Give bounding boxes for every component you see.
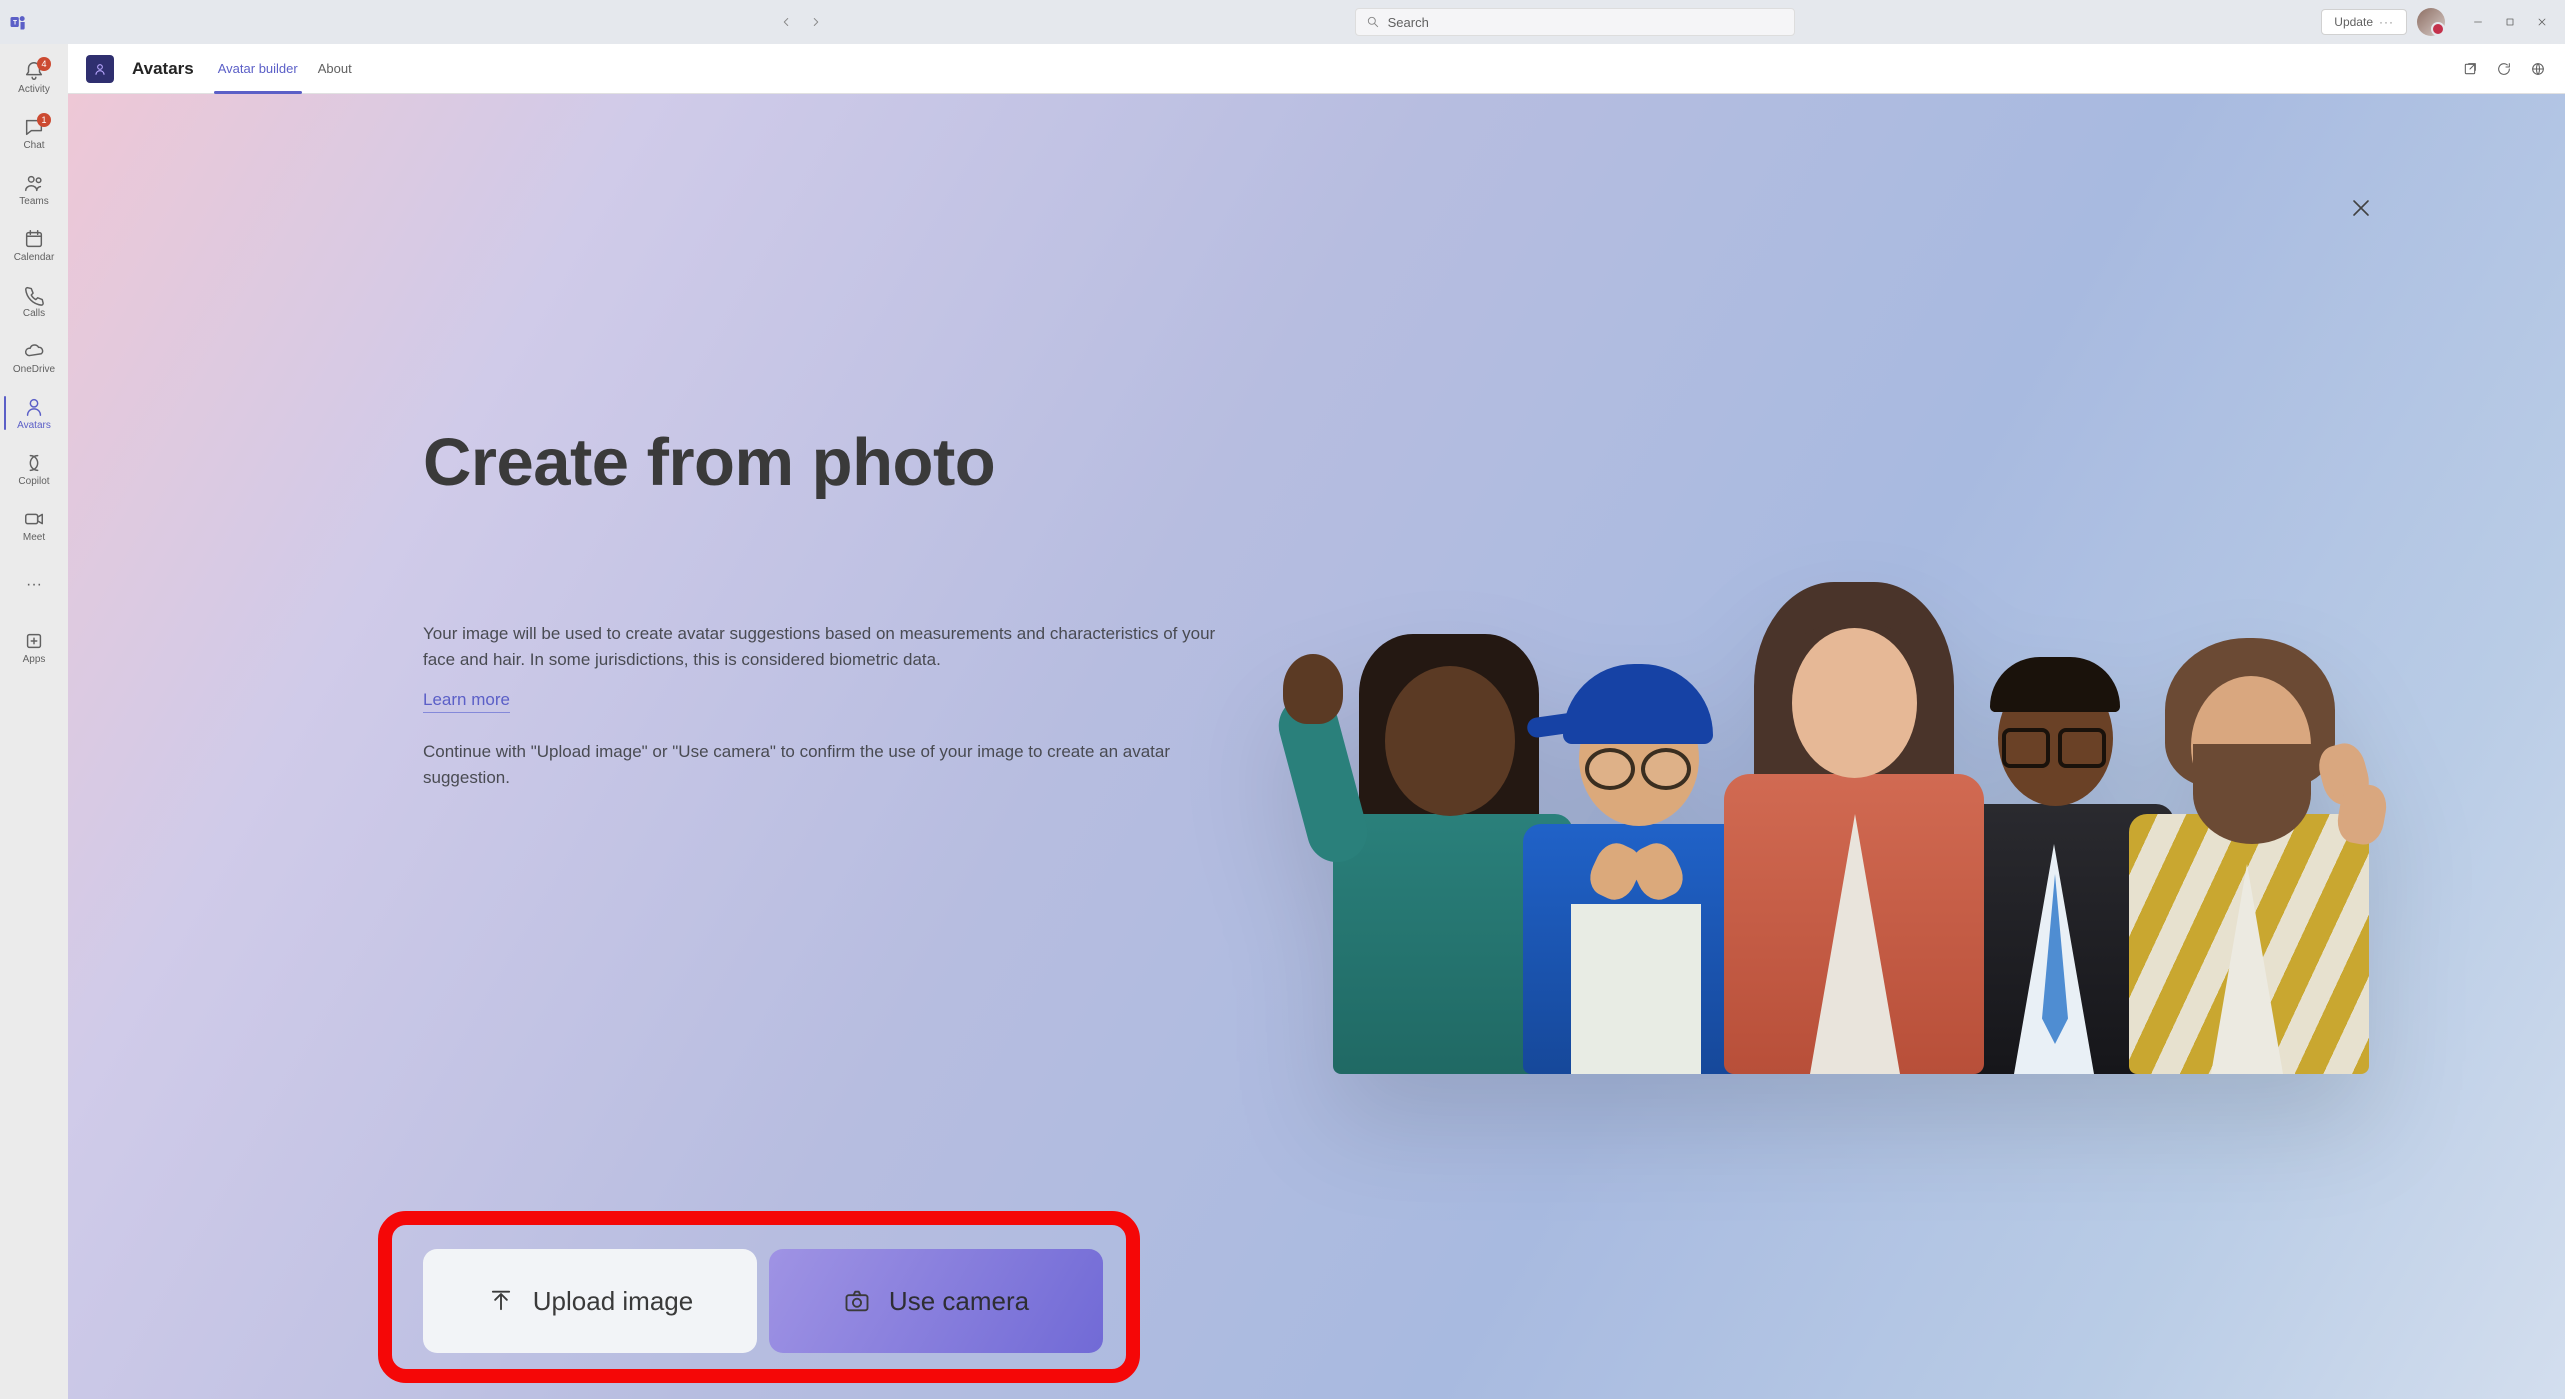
more-icon: ··· <box>2379 15 2394 29</box>
search-placeholder: Search <box>1388 15 1429 30</box>
window-maximize-button[interactable] <box>2495 10 2525 34</box>
window-minimize-button[interactable] <box>2463 10 2493 34</box>
search-input[interactable]: Search <box>1355 8 1795 36</box>
window-close-button[interactable] <box>2527 10 2557 34</box>
update-button[interactable]: Update ··· <box>2321 9 2407 35</box>
tab-avatar-builder[interactable]: Avatar builder <box>218 44 298 94</box>
search-icon <box>1366 15 1380 29</box>
close-button[interactable] <box>2347 194 2375 222</box>
rail-item-onedrive[interactable]: OneDrive <box>4 330 64 384</box>
activity-badge: 4 <box>37 57 51 71</box>
rail-item-teams[interactable]: Teams <box>4 162 64 216</box>
camera-icon <box>843 1287 871 1315</box>
rail-item-more[interactable]: ··· <box>4 558 64 612</box>
rail-item-calendar[interactable]: Calendar <box>4 218 64 272</box>
nav-back-button[interactable] <box>774 10 798 34</box>
rail-item-activity[interactable]: 4 Activity <box>4 50 64 104</box>
upload-image-button[interactable]: Upload image <box>423 1249 757 1353</box>
svg-text:T: T <box>13 20 17 27</box>
headline: Create from photo <box>423 424 1243 501</box>
avatars-app-icon <box>86 55 114 83</box>
left-rail: 4 Activity 1 Chat Teams Calendar Calls O… <box>0 44 68 1399</box>
user-avatar[interactable] <box>2417 8 2445 36</box>
app-title: Avatars <box>132 59 194 79</box>
rail-item-apps[interactable]: Apps <box>4 620 64 674</box>
globe-button[interactable] <box>2529 60 2547 78</box>
titlebar: T Search Update ··· <box>0 0 2565 44</box>
rail-item-calls[interactable]: Calls <box>4 274 64 328</box>
stage: Create from photo Your image will be use… <box>68 94 2565 1399</box>
info-paragraph-1: Your image will be used to create avatar… <box>423 621 1243 672</box>
rail-item-chat[interactable]: 1 Chat <box>4 106 64 160</box>
avatar-group-illustration <box>1323 484 2363 1074</box>
rail-item-avatars[interactable]: Avatars <box>4 386 64 440</box>
chat-badge: 1 <box>37 113 51 127</box>
use-camera-button[interactable]: Use camera <box>769 1249 1103 1353</box>
tab-about[interactable]: About <box>318 44 352 94</box>
nav-forward-button[interactable] <box>804 10 828 34</box>
more-icon: ··· <box>23 574 45 596</box>
popout-button[interactable] <box>2461 60 2479 78</box>
refresh-button[interactable] <box>2495 60 2513 78</box>
upload-icon <box>487 1287 515 1315</box>
rail-item-copilot[interactable]: Copilot <box>4 442 64 496</box>
learn-more-link[interactable]: Learn more <box>423 690 510 713</box>
info-paragraph-2: Continue with "Upload image" or "Use cam… <box>423 739 1243 790</box>
teams-logo-icon: T <box>8 12 28 32</box>
rail-item-meet[interactable]: Meet <box>4 498 64 552</box>
subheader: Avatars Avatar builder About <box>68 44 2565 94</box>
